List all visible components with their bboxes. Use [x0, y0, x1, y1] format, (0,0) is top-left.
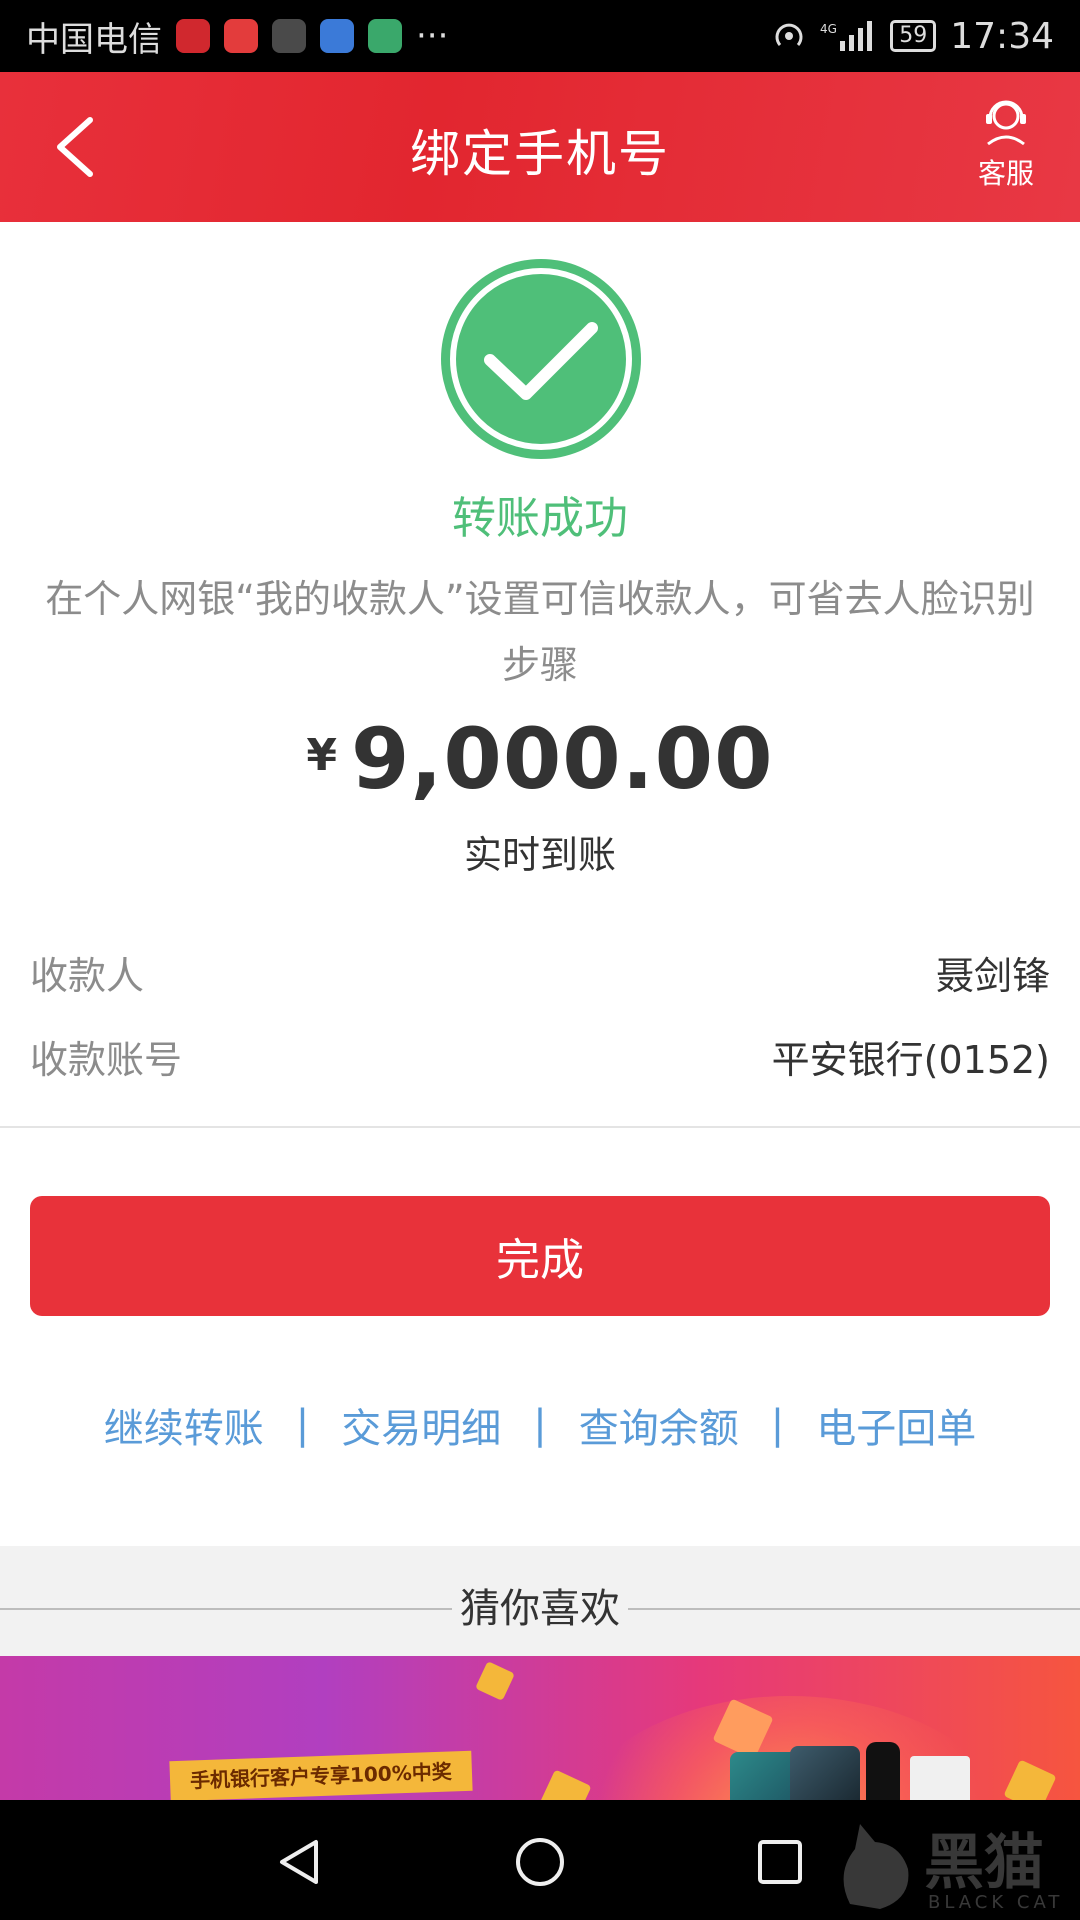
recommend-title-wrap: 猜你喜欢: [0, 1576, 1080, 1634]
check-circle-icon: [441, 259, 641, 459]
watermark-subtext: BLACK CAT: [928, 1892, 1064, 1913]
arrival-status: 实时到账: [463, 833, 616, 877]
quick-links: 继续转账 | 交易明细 | 查询余额 | 电子回单: [0, 1390, 1080, 1460]
customer-service-label: 客服: [977, 157, 1034, 190]
e-receipt-link[interactable]: 电子回单: [784, 1396, 1008, 1454]
promo-banner[interactable]: 手机银行客户专享100%中奖: [0, 1656, 1080, 1800]
wechat-app-icon: [272, 19, 306, 53]
payee-account-row: 收款账号 平安银行(0152): [30, 1026, 1050, 1086]
banner-tag: 手机银行客户专享100%中奖: [169, 1750, 473, 1800]
trusted-payee-notice: 在个人网银“我的收款人”设置可信收款人，可省去人脸识别步骤: [45, 577, 1035, 687]
transaction-details-link[interactable]: 交易明细: [309, 1396, 533, 1454]
clock: 17:34: [950, 15, 1054, 57]
headset-icon: [986, 100, 1026, 146]
transfer-success-title: 转账成功: [452, 493, 628, 544]
customer-service-button[interactable]: 客服: [966, 96, 1046, 192]
done-button[interactable]: 完成: [30, 1196, 1050, 1316]
video-app-icon: [368, 19, 402, 53]
nav-home-icon[interactable]: [510, 1832, 570, 1892]
hotspot-icon: [775, 23, 803, 46]
prize-box-image: [910, 1756, 970, 1800]
section-divider: [0, 1126, 1080, 1128]
app-header: 绑定手机号 客服: [0, 72, 1080, 222]
status-bar: 中国电信 ··· 4G 59 17:34: [0, 0, 1080, 72]
recommend-title: 猜你喜欢: [452, 1586, 628, 1632]
black-cat-logo-icon: [843, 1824, 909, 1909]
nav-recent-icon[interactable]: [750, 1832, 810, 1892]
payee-account-label: 收款账号: [30, 1037, 183, 1082]
svg-text:4G: 4G: [820, 22, 837, 36]
link-separator: |: [295, 1402, 310, 1448]
payee-label: 收款人: [30, 953, 145, 998]
check-balance-link[interactable]: 查询余额: [547, 1396, 771, 1454]
browser-app-icon: [320, 19, 354, 53]
link-separator: |: [770, 1402, 785, 1448]
currency-symbol: ¥: [306, 730, 338, 781]
prize-phone-image: [790, 1746, 860, 1800]
transfer-amount: ¥9,000.00: [0, 710, 1080, 808]
battery-indicator: 59: [890, 20, 937, 52]
page-title: 绑定手机号: [410, 125, 670, 183]
payee-row: 收款人 聂剑锋: [30, 942, 1050, 1002]
watermark-text: 黑猫: [924, 1828, 1044, 1898]
more-notifications: ···: [416, 16, 449, 56]
bank-app-icon: [176, 19, 210, 53]
carrier-label: 中国电信: [26, 19, 162, 60]
amount-value: 9,000.00: [351, 710, 774, 808]
payee-value: 聂剑锋: [935, 953, 1050, 998]
nav-back-icon[interactable]: [270, 1832, 330, 1892]
weibo-app-icon: [224, 19, 258, 53]
payee-account-value: 平安银行(0152): [771, 1037, 1050, 1082]
banner-decoration: [538, 1769, 592, 1800]
prize-wine-image: [866, 1742, 900, 1800]
signal-icon: 4G: [820, 21, 873, 51]
watermark: 黑猫 BLACK CAT: [820, 1800, 1070, 1920]
banner-decoration: [1003, 1759, 1057, 1800]
banner-decoration: [475, 1661, 515, 1701]
link-separator: |: [533, 1402, 547, 1448]
continue-transfer-link[interactable]: 继续转账: [72, 1396, 296, 1454]
